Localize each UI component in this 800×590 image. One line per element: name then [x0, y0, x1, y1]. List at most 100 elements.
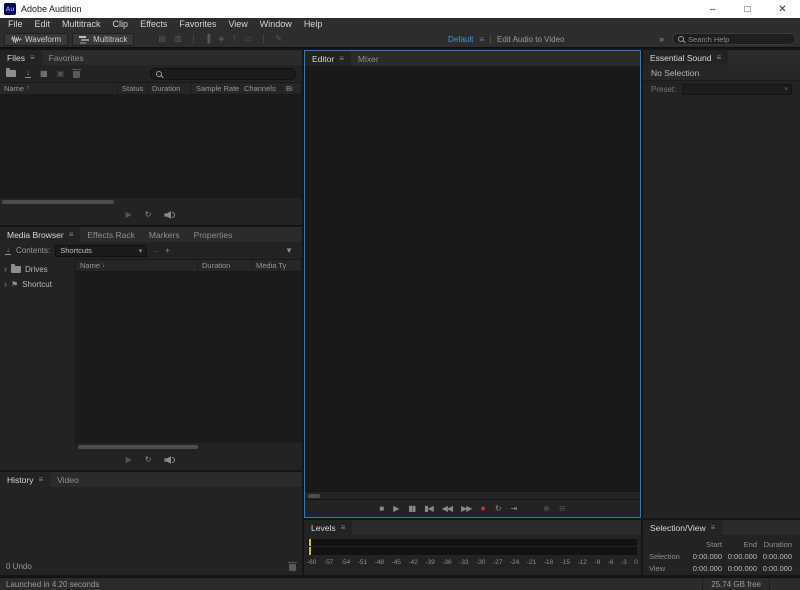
more-workspaces-icon[interactable]: » — [659, 34, 664, 44]
search-help-input[interactable] — [688, 35, 790, 44]
panel-menu-icon[interactable]: ≡ — [30, 53, 35, 62]
panel-menu-icon[interactable]: ≡ — [69, 230, 74, 239]
insert-into-multitrack-icon[interactable]: ▣ — [57, 70, 65, 78]
filter-icon[interactable]: ▼ — [285, 247, 293, 255]
column-name[interactable]: Name ↓ — [76, 260, 198, 271]
tab-history[interactable]: History ≡ — [0, 472, 50, 487]
pause-button[interactable]: ▮▮ — [408, 505, 415, 513]
clear-history-trash-icon[interactable] — [289, 564, 296, 571]
media-hscrollbar-thumb[interactable] — [78, 445, 198, 449]
skip-selection-button[interactable]: ⇥ — [511, 505, 518, 513]
column-duration[interactable]: Duration — [198, 260, 252, 271]
menu-item-view[interactable]: View — [222, 18, 253, 31]
column-sample-rate[interactable]: Sample Rate — [192, 83, 240, 94]
view-duration-value[interactable]: 0:00.000 — [757, 564, 792, 573]
tree-item-shortcut[interactable]: › ⚑ Shortcut — [0, 277, 75, 292]
menu-item-window[interactable]: Window — [254, 18, 298, 31]
back-icon[interactable]: ← — [152, 247, 160, 255]
minimize-button[interactable]: – — [695, 0, 730, 18]
chevron-right-icon[interactable]: › — [4, 265, 7, 274]
slip-tool-icon[interactable]: ◈ — [218, 35, 224, 43]
menu-item-effects[interactable]: Effects — [134, 18, 173, 31]
tab-essential-sound[interactable]: Essential Sound ≡ — [643, 50, 728, 65]
preset-dropdown[interactable]: ▾ — [682, 84, 792, 95]
maximize-button[interactable]: □ — [730, 0, 765, 18]
media-list[interactable] — [76, 272, 302, 443]
selection-end-value[interactable]: 0:00.000 — [722, 552, 757, 561]
paintbrush-tool-icon[interactable]: ✎ — [275, 35, 282, 43]
tab-media-browser[interactable]: Media Browser ≡ — [0, 227, 80, 242]
files-hscrollbar-thumb[interactable] — [2, 200, 114, 204]
loop-playback-button[interactable]: ↻ — [145, 211, 152, 219]
panel-menu-icon[interactable]: ≡ — [716, 53, 721, 62]
column-duration[interactable]: Duration — [148, 83, 192, 94]
time-selection-tool-icon[interactable]: ⊺ — [232, 35, 236, 43]
tree-item-drives[interactable]: › Drives — [0, 262, 75, 277]
panel-menu-icon[interactable]: ≡ — [38, 475, 43, 484]
play-button[interactable]: ▶ — [126, 456, 132, 464]
stop-button[interactable]: ■ — [379, 505, 384, 513]
contents-dropdown[interactable]: Shortcuts ▾ — [55, 245, 147, 257]
menu-item-clip[interactable]: Clip — [107, 18, 135, 31]
view-start-value[interactable]: 0:00.000 — [687, 564, 722, 573]
trash-icon[interactable] — [73, 71, 80, 78]
panel-menu-icon[interactable]: ≡ — [341, 523, 346, 532]
skip-to-start-button[interactable]: ▮◀ — [424, 505, 433, 513]
loop-playback-button[interactable]: ↻ — [145, 456, 152, 464]
new-file-icon[interactable]: ▦ — [40, 70, 48, 78]
fast-forward-button[interactable]: ▶▶ — [461, 505, 471, 513]
import-file-icon[interactable]: ↓ — [25, 69, 31, 78]
selection-start-value[interactable]: 0:00.000 — [687, 552, 722, 561]
editor-canvas[interactable] — [305, 66, 640, 491]
panel-menu-icon[interactable]: ≡ — [339, 54, 344, 63]
tab-files[interactable]: Files ≡ — [0, 50, 42, 65]
snap-icon[interactable]: ▤ — [158, 35, 166, 43]
record-button[interactable]: ● — [480, 504, 485, 513]
waveform-view-button[interactable]: Waveform — [4, 33, 68, 46]
zoom-in-icon[interactable]: ⊕ — [543, 505, 550, 513]
menu-item-file[interactable]: File — [2, 18, 29, 31]
open-file-icon[interactable] — [6, 70, 16, 77]
editor-hscrollbar-thumb[interactable] — [308, 494, 320, 498]
tab-markers[interactable]: Markers — [142, 227, 187, 242]
zoom-out-icon[interactable]: ⊖ — [559, 505, 566, 513]
close-button[interactable]: ✕ — [765, 0, 800, 18]
tab-effects-rack[interactable]: Effects Rack — [80, 227, 142, 242]
column-bit-depth[interactable]: Bi — [282, 83, 302, 94]
menu-item-multitrack[interactable]: Multitrack — [56, 18, 107, 31]
files-search-input[interactable] — [166, 69, 290, 78]
rewind-button[interactable]: ◀◀ — [442, 505, 452, 513]
tab-video[interactable]: Video — [50, 472, 86, 487]
workspace-menu-icon[interactable]: ≡ — [479, 35, 484, 44]
column-channels[interactable]: Channels — [240, 83, 282, 94]
tab-selection-view[interactable]: Selection/View ≡ — [643, 520, 722, 535]
play-button[interactable]: ▶ — [393, 505, 399, 513]
files-list[interactable] — [0, 95, 302, 198]
tab-favorites[interactable]: Favorites — [42, 50, 91, 65]
grid-icon[interactable]: ▥ — [174, 35, 182, 43]
column-media-type[interactable]: Media Ty — [252, 260, 302, 271]
tab-editor[interactable]: Editor ≡ — [305, 51, 351, 66]
column-name[interactable]: Name ↑ — [0, 83, 118, 94]
view-end-value[interactable]: 0:00.000 — [722, 564, 757, 573]
menu-item-favorites[interactable]: Favorites — [173, 18, 222, 31]
column-status[interactable]: Status — [118, 83, 148, 94]
chevron-right-icon[interactable]: › — [4, 280, 7, 289]
marquee-tool-icon[interactable]: ▭ — [245, 35, 253, 43]
tab-mixer[interactable]: Mixer — [351, 51, 386, 66]
multitrack-view-button[interactable]: Multitrack — [72, 33, 134, 46]
play-button[interactable]: ▶ — [126, 211, 132, 219]
add-shortcut-icon[interactable]: + — [165, 247, 170, 255]
auto-play-speaker-icon[interactable] — [164, 456, 176, 464]
workspace-default[interactable]: Default — [448, 35, 473, 44]
tab-levels[interactable]: Levels ≡ — [304, 520, 352, 535]
history-list[interactable] — [0, 487, 302, 557]
move-tool-icon[interactable]: ▐ — [205, 35, 211, 43]
selection-duration-value[interactable]: 0:00.000 — [757, 552, 792, 561]
loop-playback-button[interactable]: ↻ — [495, 505, 502, 513]
menu-item-help[interactable]: Help — [298, 18, 329, 31]
workspace-edit-audio-to-video[interactable]: Edit Audio to Video — [497, 35, 564, 44]
panel-menu-icon[interactable]: ≡ — [711, 523, 716, 532]
menu-item-edit[interactable]: Edit — [29, 18, 57, 31]
tab-properties[interactable]: Properties — [187, 227, 240, 242]
